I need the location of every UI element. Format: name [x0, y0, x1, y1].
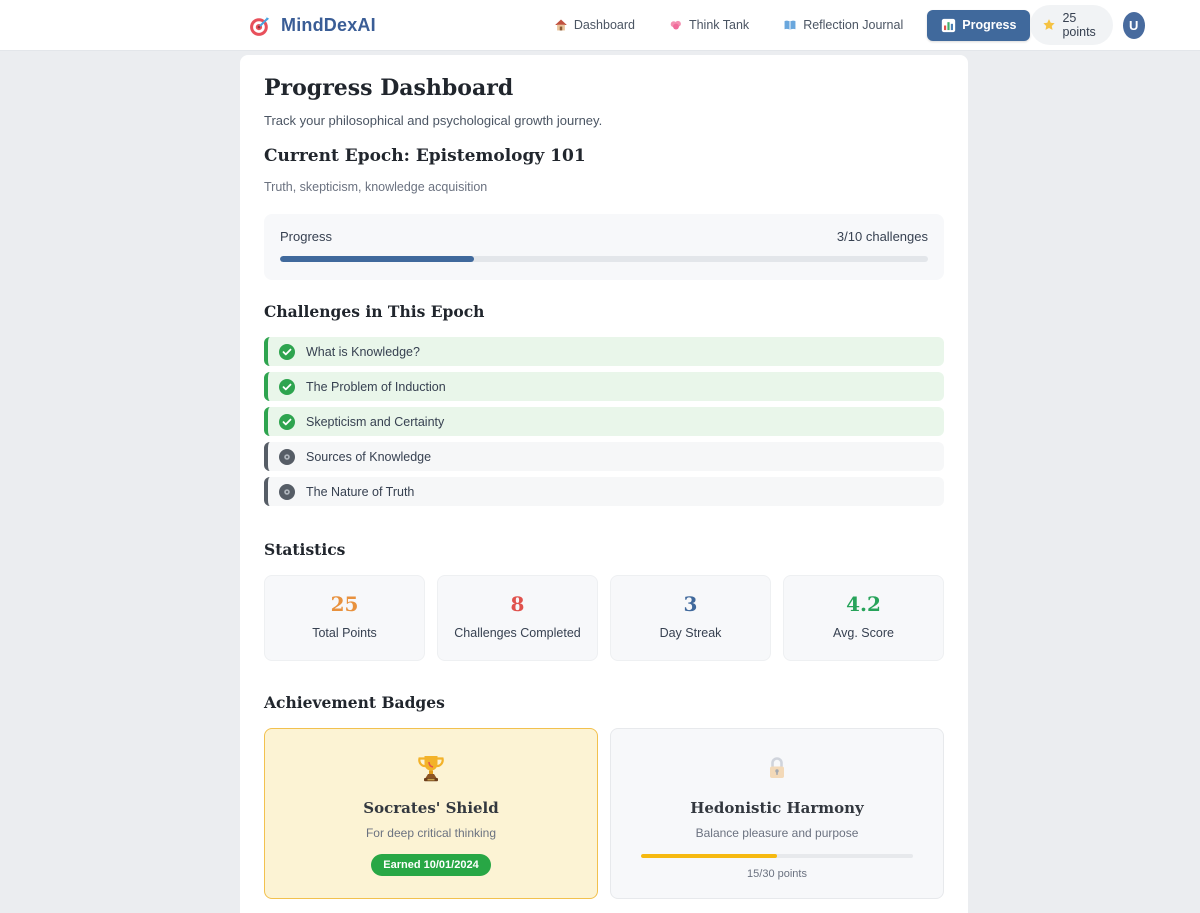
epoch-progress-fill — [280, 256, 474, 262]
star-icon — [1042, 18, 1056, 32]
epoch-heading: Current Epoch: Epistemology 101 — [264, 146, 944, 166]
check-circle-icon — [279, 414, 295, 430]
stat-label: Total Points — [273, 626, 416, 640]
badge-progress-label: 15/30 points — [627, 868, 927, 880]
avatar-initial: U — [1129, 18, 1138, 33]
statistics-heading: Statistics — [264, 540, 944, 559]
page-subtitle: Track your philosophical and psychologic… — [264, 113, 944, 128]
nav-links: Dashboard Think Tank Reflection Journal — [544, 10, 1031, 41]
stat-label: Day Streak — [619, 626, 762, 640]
badge-card-locked: Hedonistic Harmony Balance pleasure and … — [610, 728, 944, 899]
user-avatar[interactable]: U — [1123, 12, 1145, 39]
challenge-title: Sources of Knowledge — [306, 450, 431, 464]
stat-card-day-streak: 3 Day Streak — [610, 575, 771, 661]
challenge-item[interactable]: The Problem of Induction — [264, 372, 944, 401]
journal-icon — [783, 18, 797, 32]
nav-item-think-tank[interactable]: Think Tank — [659, 11, 759, 39]
progress-value: 3/10 challenges — [837, 229, 928, 244]
status-icon — [279, 449, 295, 465]
pending-circle-icon — [279, 449, 295, 465]
points-badge[interactable]: 25 points — [1030, 5, 1112, 45]
home-icon — [554, 18, 568, 32]
badges-heading: Achievement Badges — [264, 693, 944, 712]
stat-value: 4.2 — [792, 592, 935, 616]
badge-title: Socrates' Shield — [281, 799, 581, 817]
challenges-heading: Challenges in This Epoch — [264, 302, 944, 321]
badge-card-earned: Socrates' Shield For deep critical think… — [264, 728, 598, 899]
challenge-title: The Problem of Induction — [306, 380, 446, 394]
status-icon — [279, 484, 295, 500]
nav-item-dashboard[interactable]: Dashboard — [544, 11, 645, 39]
lock-icon — [627, 749, 927, 787]
challenge-title: The Nature of Truth — [306, 485, 414, 499]
nav-label: Progress — [962, 18, 1016, 32]
nav-label: Dashboard — [574, 18, 635, 32]
challenge-item[interactable]: The Nature of Truth — [264, 477, 944, 506]
challenge-item[interactable]: Skepticism and Certainty — [264, 407, 944, 436]
main-content: Progress Dashboard Track your philosophi… — [240, 55, 968, 913]
stat-card-avg-score: 4.2 Avg. Score — [783, 575, 944, 661]
nav-item-reflection-journal[interactable]: Reflection Journal — [773, 11, 913, 39]
nav-item-progress[interactable]: Progress — [927, 10, 1030, 41]
badge-progress-track — [641, 854, 913, 858]
nav-right: 25 points U — [1030, 5, 1144, 45]
check-circle-icon — [279, 379, 295, 395]
badge-title: Hedonistic Harmony — [627, 799, 927, 817]
earned-date-pill: Earned 10/01/2024 — [371, 854, 490, 876]
brand-name: MindDexAI — [281, 15, 376, 36]
status-icon — [279, 344, 295, 360]
status-icon — [279, 379, 295, 395]
brain-icon — [669, 18, 683, 32]
pending-circle-icon — [279, 484, 295, 500]
badges-row: Socrates' Shield For deep critical think… — [264, 728, 944, 899]
badge-description: Balance pleasure and purpose — [627, 826, 927, 840]
badge-description: For deep critical thinking — [281, 826, 581, 840]
stat-card-total-points: 25 Total Points — [264, 575, 425, 661]
nav-label: Reflection Journal — [803, 18, 903, 32]
challenge-title: What is Knowledge? — [306, 345, 420, 359]
trophy-icon — [281, 749, 581, 787]
page-title: Progress Dashboard — [264, 75, 944, 101]
nav-label: Think Tank — [689, 18, 749, 32]
target-logo-icon — [248, 13, 273, 38]
bar-chart-icon — [941, 18, 956, 33]
points-label: 25 points — [1062, 11, 1100, 39]
stat-value: 8 — [446, 592, 589, 616]
status-icon — [279, 414, 295, 430]
epoch-description: Truth, skepticism, knowledge acquisition — [264, 180, 944, 194]
progress-label: Progress — [280, 229, 332, 244]
stat-card-challenges-completed: 8 Challenges Completed — [437, 575, 598, 661]
epoch-progress-card: Progress 3/10 challenges — [264, 214, 944, 280]
challenge-title: Skepticism and Certainty — [306, 415, 444, 429]
stat-label: Avg. Score — [792, 626, 935, 640]
brand-logo[interactable]: MindDexAI — [248, 13, 376, 38]
epoch-progress-track — [280, 256, 928, 262]
badge-progress-fill — [641, 854, 777, 858]
stat-value: 3 — [619, 592, 762, 616]
top-navbar: MindDexAI Dashboard Think Tank — [0, 0, 1200, 51]
stat-value: 25 — [273, 592, 416, 616]
statistics-row: 25 Total Points 8 Challenges Completed 3… — [264, 575, 944, 661]
check-circle-icon — [279, 344, 295, 360]
stat-label: Challenges Completed — [446, 626, 589, 640]
challenge-item[interactable]: What is Knowledge? — [264, 337, 944, 366]
challenge-list: What is Knowledge? The Problem of Induct… — [264, 337, 944, 506]
challenge-item[interactable]: Sources of Knowledge — [264, 442, 944, 471]
